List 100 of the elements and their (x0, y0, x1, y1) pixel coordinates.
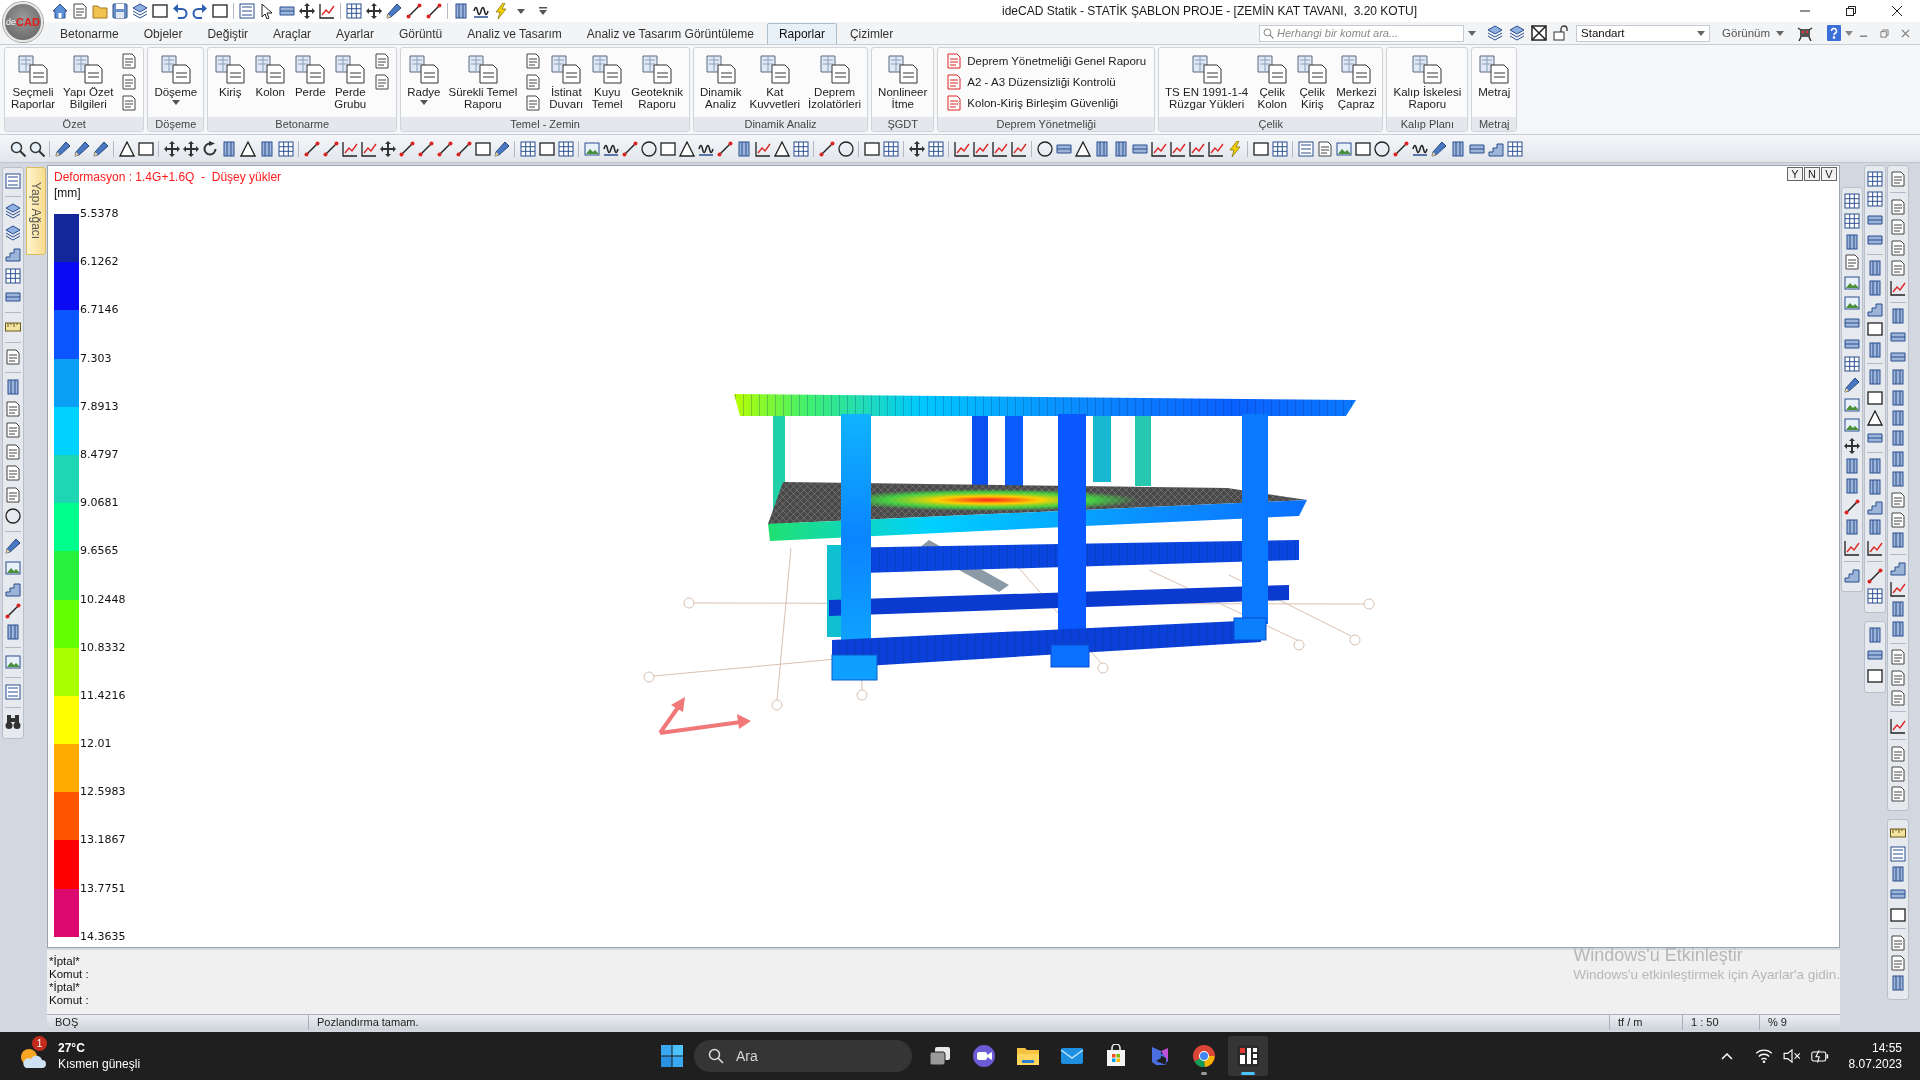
document-icon[interactable] (1890, 259, 1906, 276)
folder-icon[interactable] (92, 3, 108, 19)
column-icon[interactable] (1890, 975, 1906, 992)
rectangle-icon[interactable] (863, 140, 880, 157)
view-menu-button[interactable]: Görünüm (1718, 27, 1788, 39)
grid-icon[interactable] (557, 140, 574, 157)
move-icon[interactable] (908, 140, 925, 157)
column-icon[interactable] (5, 624, 21, 640)
speaker-muted-icon[interactable] (1782, 1049, 1801, 1063)
document-icon[interactable] (5, 422, 21, 438)
layers-icon[interactable] (1487, 25, 1504, 41)
chart-icon[interactable] (1150, 140, 1167, 157)
grid-icon[interactable] (1844, 356, 1860, 373)
column-icon[interactable] (1867, 341, 1883, 358)
column-icon[interactable] (1844, 478, 1860, 495)
chart-icon[interactable] (754, 140, 771, 157)
customize-caret-icon[interactable] (539, 7, 547, 15)
ribbon-button[interactable]: Radye (403, 50, 445, 105)
document-icon[interactable] (525, 95, 542, 111)
document-icon[interactable] (5, 400, 21, 417)
column-icon[interactable] (1867, 519, 1883, 536)
document-icon[interactable] (374, 53, 391, 69)
triangle-icon[interactable] (1867, 410, 1883, 427)
ruler-icon[interactable] (5, 319, 21, 335)
column-icon[interactable] (1890, 389, 1906, 406)
rectangle-icon[interactable] (538, 140, 555, 157)
ribbon-button[interactable]: Nonlineer İtme (874, 50, 932, 110)
ribbon-tab[interactable]: Çizimler (837, 23, 906, 44)
ribbon-button[interactable]: Döşeme (150, 50, 202, 105)
chart-icon[interactable] (1207, 140, 1224, 157)
list-icon[interactable] (5, 684, 21, 700)
ribbon-tab[interactable]: Betonarme (48, 23, 131, 44)
document-icon[interactable] (1890, 198, 1906, 215)
crossed-box-icon[interactable] (1531, 25, 1548, 41)
column-icon[interactable] (5, 379, 21, 395)
chart-icon[interactable] (972, 140, 989, 157)
document-icon[interactable] (374, 74, 391, 90)
chart-icon[interactable] (1010, 140, 1027, 157)
rectangle-icon[interactable] (1867, 321, 1883, 338)
line-icon[interactable] (398, 140, 415, 157)
rectangle-icon[interactable] (1890, 906, 1906, 923)
list-icon[interactable] (1890, 845, 1906, 862)
column-icon[interactable] (1867, 458, 1883, 475)
lightning-icon[interactable] (1226, 140, 1243, 157)
chart-icon[interactable] (953, 140, 970, 157)
document-icon[interactable] (5, 349, 21, 365)
document-icon[interactable] (1890, 649, 1906, 666)
layers-icon[interactable] (132, 3, 148, 19)
column-icon[interactable] (1890, 601, 1906, 617)
chart-icon[interactable] (1188, 140, 1205, 157)
rectangle-icon[interactable] (212, 3, 228, 19)
column-icon[interactable] (735, 140, 752, 157)
ribbon-button[interactable]: TS EN 1991-1-4 Rüzgar Yükleri (1161, 50, 1253, 110)
column-icon[interactable] (1890, 471, 1906, 488)
weather-icon[interactable] (18, 1046, 46, 1070)
column-icon[interactable] (1890, 430, 1906, 447)
restore-icon[interactable] (1846, 6, 1856, 16)
document-icon[interactable] (1890, 669, 1906, 686)
layers-icon[interactable] (5, 203, 21, 219)
battery-icon[interactable] (1810, 1049, 1829, 1063)
column-icon[interactable] (1844, 519, 1860, 536)
ribbon-button[interactable]: Yapı Özet Bilgileri (59, 50, 118, 110)
line-icon[interactable] (716, 140, 733, 157)
move-icon[interactable] (163, 140, 180, 157)
four-squares-icon[interactable] (660, 1044, 684, 1068)
list-icon[interactable] (1297, 140, 1314, 157)
document-icon[interactable] (1890, 745, 1906, 762)
line-icon[interactable] (426, 3, 442, 19)
grid-icon[interactable] (1867, 588, 1883, 604)
close-icon[interactable] (1892, 6, 1902, 16)
ribbon-button[interactable]: Kiriş (210, 50, 251, 98)
pencil-icon[interactable] (92, 140, 109, 157)
ribbon-button[interactable]: İstinat Duvarı (545, 50, 588, 110)
pointer-icon[interactable] (259, 3, 275, 19)
pencil-icon[interactable] (493, 140, 510, 157)
document-icon[interactable] (1890, 934, 1906, 951)
wifi-icon[interactable] (1754, 1049, 1773, 1063)
circle-icon[interactable] (5, 508, 21, 524)
chevron-up-icon[interactable] (1720, 1052, 1733, 1060)
document-icon[interactable] (1844, 254, 1860, 271)
beam-icon[interactable] (5, 289, 21, 305)
layers-icon[interactable] (5, 224, 21, 241)
line-icon[interactable] (1844, 498, 1860, 515)
grid-icon[interactable] (1844, 213, 1860, 230)
document-icon[interactable] (121, 53, 138, 69)
document-icon[interactable] (1890, 955, 1906, 971)
save-icon[interactable] (112, 3, 128, 19)
column-icon[interactable] (1093, 140, 1110, 157)
undo-icon[interactable] (172, 3, 188, 19)
ribbon-button[interactable]: Sürekli Temel Raporu (444, 50, 522, 110)
stairs-icon[interactable] (1867, 499, 1883, 516)
layers-icon[interactable] (1509, 25, 1526, 41)
ribbon-button[interactable]: Geoteknik Raporu (627, 50, 687, 110)
rectangle-icon[interactable] (152, 3, 168, 19)
ribbon-tab[interactable]: Analiz ve Tasarım (455, 23, 574, 44)
document-icon[interactable] (5, 465, 21, 481)
ribbon-button[interactable]: Deprem İzolatörleri (804, 50, 866, 110)
search-field[interactable]: Herhangi bir komut ara... (1259, 24, 1465, 42)
ribbon-tab[interactable]: Objeler (131, 23, 195, 44)
stairs-icon[interactable] (1890, 560, 1906, 577)
